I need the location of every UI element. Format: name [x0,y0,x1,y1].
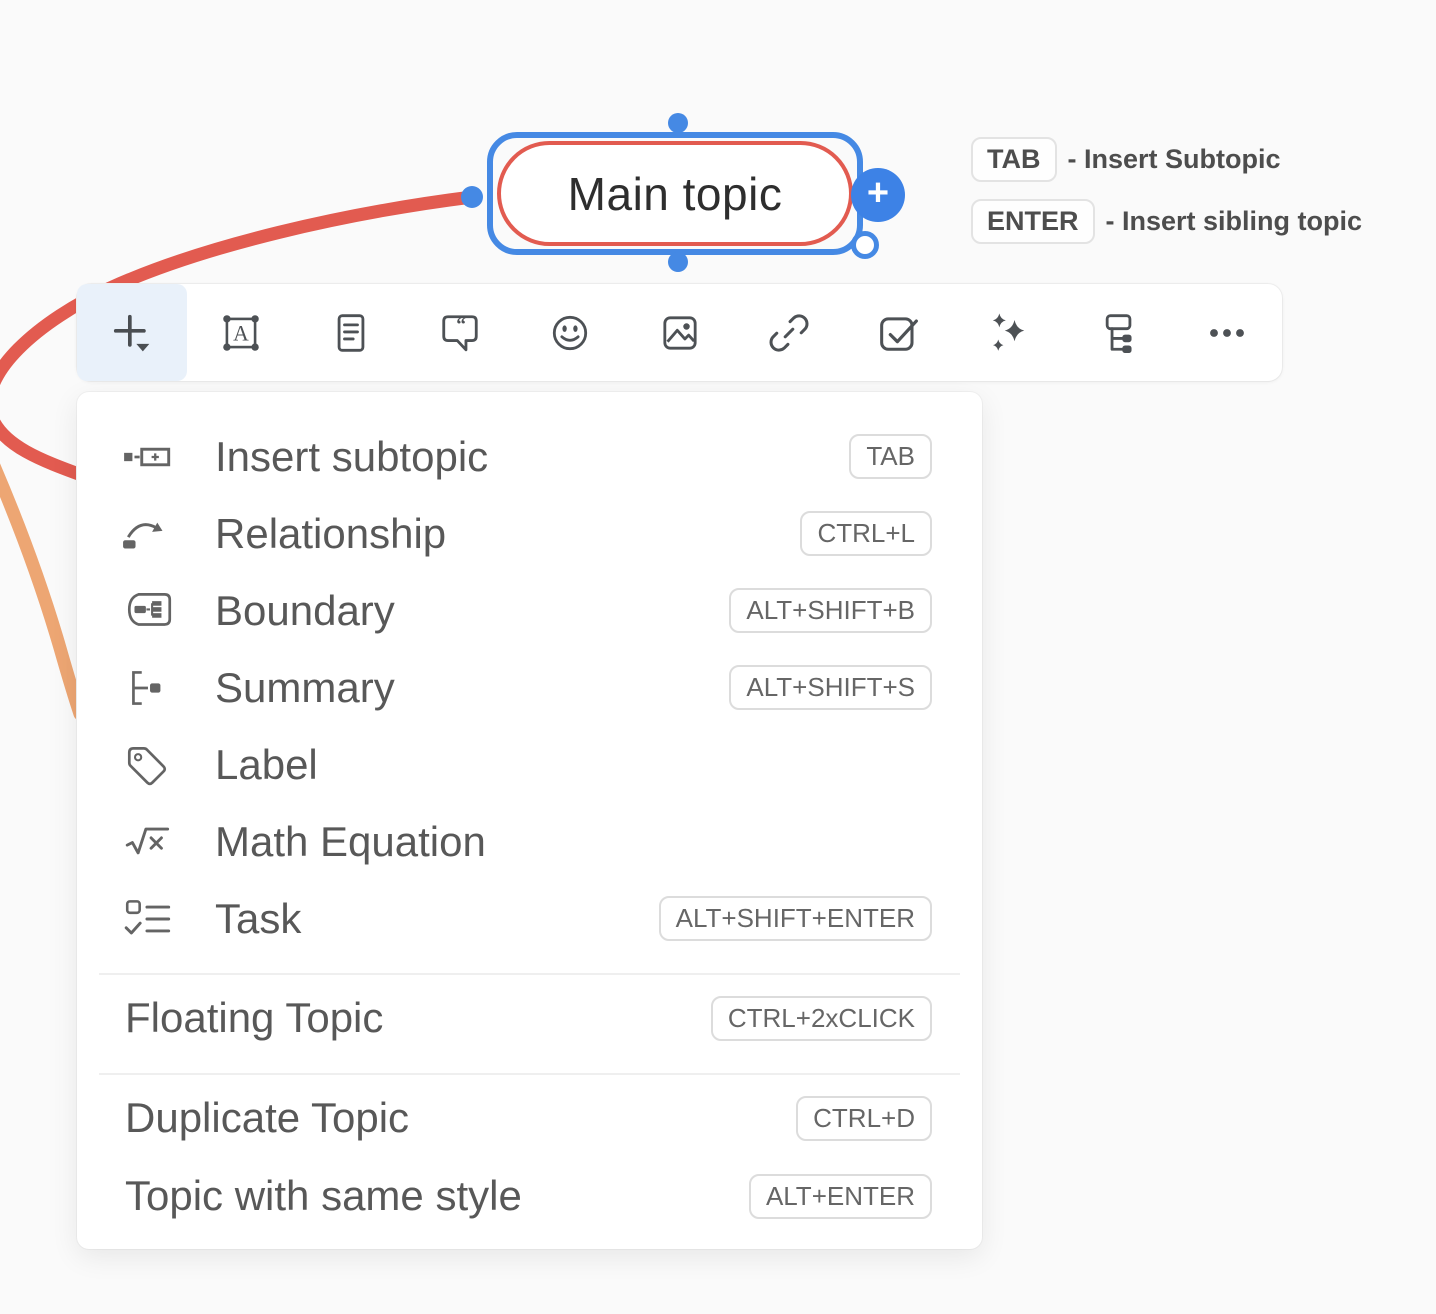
menu-item-label: Summary [215,664,395,712]
menu-item-label: Boundary [215,587,395,635]
menu-item-summary[interactable]: Summary ALT+SHIFT+S [77,649,982,726]
branch-orange-curve [0,452,80,714]
ellipsis-icon [1201,307,1253,359]
menu-item-math-equation[interactable]: Math Equation [77,803,982,880]
shortcut-badge: ALT+ENTER [749,1174,932,1219]
menu-item-label: Relationship [215,510,446,558]
plus-icon: + [867,174,889,212]
hint-insert-subtopic: TAB - Insert Subtopic [971,137,1362,182]
handle-top[interactable] [668,113,688,133]
toolbar-image-button[interactable] [625,284,735,381]
math-equation-icon [121,818,177,866]
mindmap-canvas: Main topic + TAB - Insert Subtopic ENTER… [0,0,1436,1314]
shortcut-badge: TAB [849,434,932,479]
menu-item-label: Duplicate Topic [125,1094,409,1142]
plus-dropdown-icon [106,307,158,359]
checkbox-icon [873,307,925,359]
menu-item-label: Label [215,741,318,789]
menu-item-label: Topic with same style [125,1172,522,1220]
menu-item-floating-topic[interactable]: Floating Topic CTRL+2xCLICK [77,979,982,1057]
label-tag-icon [121,741,177,789]
resize-handle[interactable] [851,231,879,259]
svg-text:A: A [233,321,249,345]
menu-item-label: Task [215,895,301,943]
tab-key-badge: TAB [971,137,1057,182]
toolbar-hyperlink-button[interactable] [734,284,844,381]
menu-item-boundary[interactable]: Boundary ALT+SHIFT+B [77,572,982,649]
shortcut-badge: CTRL+L [800,511,932,556]
svg-text:“: “ [457,314,467,335]
toolbar-ai-button[interactable] [953,284,1063,381]
sparkles-icon [982,307,1034,359]
shortcut-badge: CTRL+D [796,1096,932,1141]
menu-item-label[interactable]: Label [77,726,982,803]
add-subtopic-button[interactable]: + [851,168,905,222]
menu-item-label: Insert subtopic [215,433,488,481]
hint-text: - Insert sibling topic [1106,206,1363,237]
menu-divider [99,1073,960,1075]
toolbar-add-topic-button[interactable] [77,284,187,381]
toolbar-note-button[interactable] [296,284,406,381]
menu-item-duplicate-topic[interactable]: Duplicate Topic CTRL+D [77,1079,982,1157]
toolbar-more-button[interactable] [1172,284,1282,381]
note-icon [325,307,377,359]
main-topic-label: Main topic [568,167,783,221]
summary-icon [121,664,177,712]
hint-text: - Insert Subtopic [1068,144,1281,175]
shortcut-badge: ALT+SHIFT+ENTER [659,896,932,941]
task-checklist-icon [121,895,177,943]
menu-item-label: Floating Topic [125,994,383,1042]
enter-key-badge: ENTER [971,199,1095,244]
connector-dot[interactable] [461,186,483,208]
handle-bottom[interactable] [668,252,688,272]
image-icon [654,307,706,359]
menu-item-label: Math Equation [215,818,486,866]
toolbar-font-style-button[interactable]: A [187,284,297,381]
text-frame-icon: A [215,307,267,359]
menu-divider [99,973,960,975]
menu-item-topic-same-style[interactable]: Topic with same style ALT+ENTER [77,1157,982,1235]
comment-icon: “ [434,307,486,359]
menu-item-insert-subtopic[interactable]: Insert subtopic TAB [77,418,982,495]
toolbar-comment-button[interactable]: “ [406,284,516,381]
toolbar-task-button[interactable] [844,284,954,381]
hint-insert-sibling: ENTER - Insert sibling topic [971,199,1362,244]
shortcut-badge: CTRL+2xCLICK [711,996,932,1041]
topic-toolbar: A “ [77,284,1282,381]
menu-item-task[interactable]: Task ALT+SHIFT+ENTER [77,880,982,957]
shortcut-hints: TAB - Insert Subtopic ENTER - Insert sib… [971,137,1362,261]
relationship-icon [121,510,177,558]
smiley-icon [544,307,596,359]
menu-item-relationship[interactable]: Relationship CTRL+L [77,495,982,572]
insert-menu: Insert subtopic TAB Relationship CTRL+L [77,392,982,1249]
insert-subtopic-icon [121,433,177,481]
shortcut-badge: ALT+SHIFT+S [729,665,932,710]
boundary-icon [121,587,177,635]
toolbar-structure-button[interactable] [1063,284,1173,381]
tree-structure-icon [1092,307,1144,359]
main-topic-node[interactable]: Main topic [497,141,853,246]
link-icon [763,307,815,359]
shortcut-badge: ALT+SHIFT+B [729,588,932,633]
toolbar-sticker-button[interactable] [515,284,625,381]
